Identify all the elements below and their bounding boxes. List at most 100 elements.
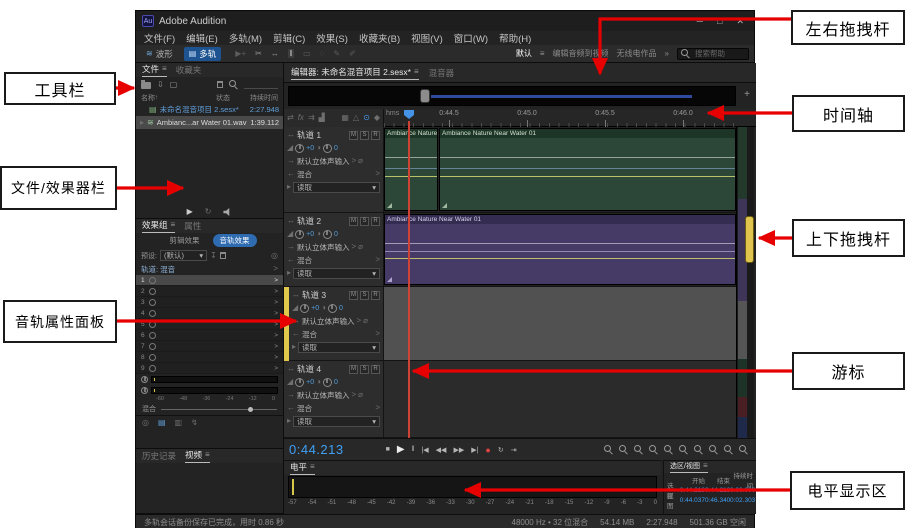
zoom-selection-inpoint-button[interactable] [709,445,718,454]
volume-knob[interactable] [295,378,304,387]
files-search-icon[interactable] [229,80,238,89]
process-icon[interactable]: ↯ [191,418,198,427]
panel-menu-icon[interactable]: ≡ [162,65,167,73]
loop-playback-button[interactable]: ↻ [498,446,504,454]
pan-knob[interactable] [323,378,332,387]
marquee-tool-button[interactable]: ▭ [303,49,311,58]
panel-menu-icon[interactable]: ≡ [171,221,176,229]
mute-button[interactable]: M [349,291,358,300]
effect-slot[interactable]: 1> [136,275,283,286]
menu-help[interactable]: 帮助(H) [499,31,531,45]
pan-knob[interactable] [323,230,332,239]
effect-slot[interactable]: 5> [136,319,283,330]
new-item-icon[interactable]: ▢ [170,81,178,89]
arm-button[interactable]: R [371,291,380,300]
automation-expander-icon[interactable]: ▸ [287,269,291,277]
play-button[interactable]: ▶ [397,444,405,455]
pause-button[interactable]: ‖ [412,446,415,453]
workspace-default-tab[interactable]: 默认 [516,48,532,59]
panel-menu-icon[interactable]: ≡ [414,68,419,76]
snap-icon[interactable]: ⊙ [363,114,370,122]
solo-button[interactable]: S [360,131,369,140]
zoom-in-time-button[interactable] [634,445,643,454]
zoom-full-button[interactable] [739,445,748,454]
track-output-select[interactable]: 混合 [302,329,317,340]
tab-files[interactable]: 文件 ≡ [142,63,167,77]
skip-selection-button[interactable]: ⇥ [511,446,517,454]
preview-play-button[interactable]: ▶ [187,208,193,216]
track-input-select[interactable]: 默认立体声输入 [297,390,350,401]
go-to-start-button[interactable]: |◀ [421,446,428,454]
zoom-selection-outpoint-button[interactable] [724,445,733,454]
playhead-cursor-line[interactable] [408,121,410,438]
clip-gain-icon[interactable] [387,203,392,208]
lasso-tool-button[interactable]: ◌ [320,49,325,58]
panel-menu-icon[interactable]: ≡ [205,451,210,459]
time-display[interactable]: 0:44.213 [289,442,344,457]
track-effects-button[interactable]: 音轨效果 [213,234,257,247]
volume-knob[interactable] [295,230,304,239]
menu-edit[interactable]: 编辑(E) [186,31,218,45]
automation-expander-icon[interactable]: ▸ [287,417,291,425]
effect-slot[interactable]: 6> [136,330,283,341]
pan-knob[interactable] [323,144,332,153]
navigator-zoom-reset-icon[interactable]: + [744,89,750,100]
track-output-select[interactable]: 混合 [297,255,312,266]
record-button[interactable]: ● [485,445,490,455]
auto-scroll-icon[interactable]: ⇄ [287,114,294,122]
effect-slot[interactable]: 7> [136,341,283,352]
track-name[interactable]: 轨道 4 [297,363,321,375]
zoom-in-button[interactable] [604,445,613,454]
track-collapse-icon[interactable]: ↔ [292,291,300,299]
io-toggle-icon[interactable]: ▥ [175,418,183,427]
solo-button[interactable]: S [360,291,369,300]
clip-effects-button[interactable]: 剪辑效果 [163,234,207,247]
track-output-select[interactable]: 混合 [297,403,312,414]
brush-tool-button[interactable]: ✐ [349,49,356,58]
tab-properties[interactable]: 属性 [184,220,201,232]
audio-clip[interactable]: Ambiance Nature Near Water 01 [384,214,736,285]
tab-selection-view[interactable]: 选区/视图 ≡ [670,461,708,473]
track-name[interactable]: 轨道 3 [302,289,326,301]
auto-play-speaker-icon[interactable] [223,208,232,216]
automation-mode-select[interactable]: 读取 ▾ [293,182,380,193]
workspace-radio-tab[interactable]: 无线电作品 [617,48,657,59]
effect-slot[interactable]: 4> [136,308,283,319]
timeline-settings-icon[interactable]: ◆ [374,114,380,122]
automation-expander-icon[interactable]: ▸ [292,343,296,351]
automation-mode-select[interactable]: 读取 ▾ [298,342,380,353]
delete-preset-icon[interactable] [220,252,226,259]
rack-power-icon[interactable]: ◎ [271,252,278,260]
fx-rack-icon[interactable]: fx [298,114,304,122]
menu-effects[interactable]: 效果(S) [316,31,348,45]
slot-power-icon[interactable] [149,343,156,350]
time-ruler[interactable]: hms 0:44.5 0:45.0 0:45.5 0:46.0 [384,109,736,127]
waveform-view-button[interactable]: ≋ 波形 [141,47,178,61]
zoom-out-amplitude-button[interactable] [679,445,688,454]
metronome-icon[interactable]: △ [353,114,359,122]
import-file-icon[interactable]: ⇩ [157,81,164,89]
navigator-track[interactable] [288,86,736,106]
help-search-box[interactable] [677,48,749,60]
routing-icon[interactable]: ⇉ [308,114,315,122]
panel-menu-icon[interactable]: ≡ [310,463,315,471]
preset-select[interactable]: (默认) ▾ [160,250,207,261]
mix-slider-handle[interactable] [248,407,253,412]
workspace-overflow-button[interactable]: » [665,49,669,58]
audio-clip[interactable]: Ambiance Nature Near Water 01 [439,128,736,211]
pan-value[interactable]: 0 [334,379,338,386]
track-input-select[interactable]: 默认立体声输入 [302,316,355,327]
move-tool-button[interactable]: ▶+ [235,49,246,58]
tab-levels[interactable]: 电平 ≡ [290,461,315,475]
tab-favorites[interactable]: 收藏夹 [176,64,202,76]
solo-button[interactable]: S [360,217,369,226]
slot-power-icon[interactable] [149,332,156,339]
volume-value[interactable]: +0 [306,231,314,238]
volume-value[interactable]: +0 [306,145,314,152]
mix-slider[interactable] [161,409,277,410]
minimize-button[interactable]: ─ [697,16,703,27]
arm-button[interactable]: R [371,217,380,226]
volume-knob[interactable] [300,304,309,313]
stop-button[interactable]: ■ [386,446,390,453]
volume-knob[interactable] [295,144,304,153]
